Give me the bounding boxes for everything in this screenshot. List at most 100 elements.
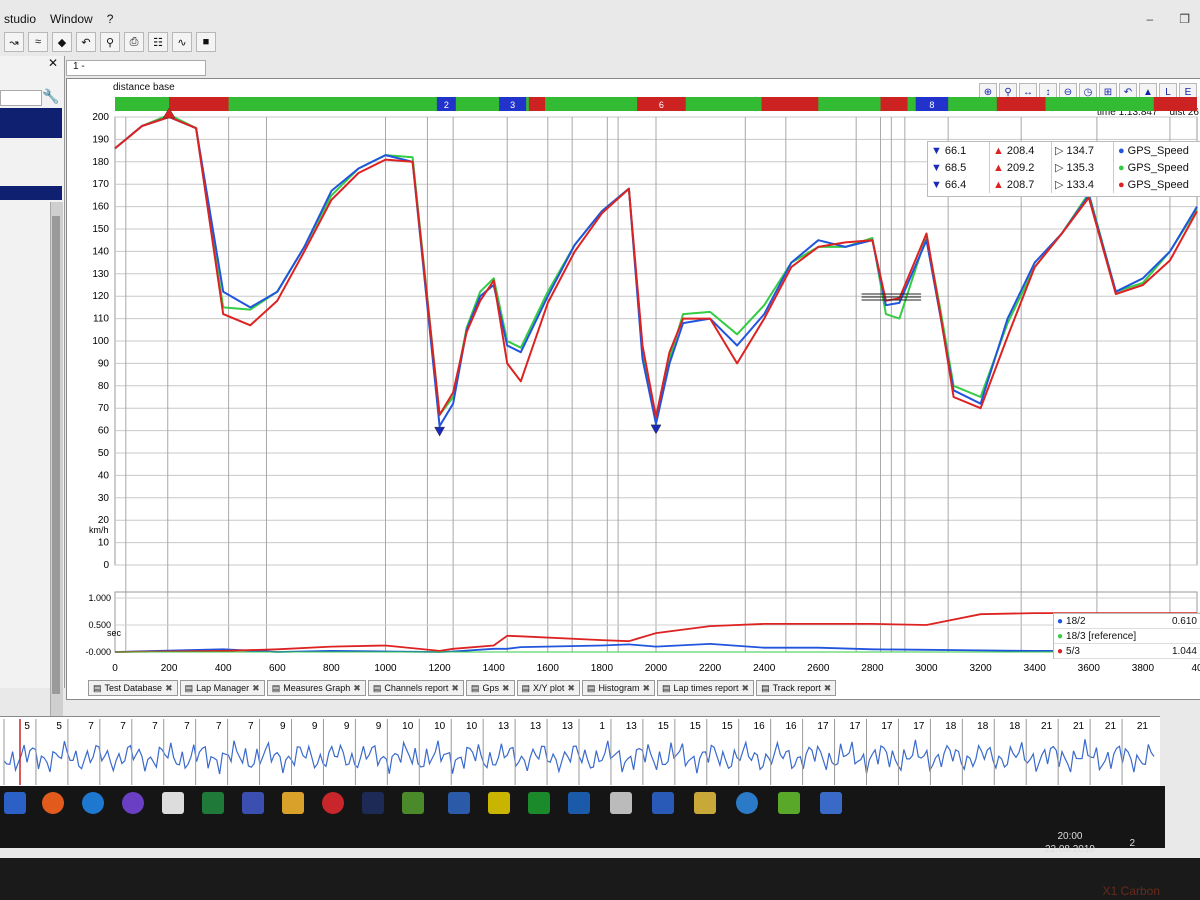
lap-value: 0.610 <box>1171 615 1197 627</box>
print-icon[interactable]: ⎙ <box>124 32 144 52</box>
graph-tool-icon[interactable]: ≈ <box>28 32 48 52</box>
y-tick-label: 190 <box>92 134 109 145</box>
bottom-tab[interactable]: ▤ Lap Manager ✖ <box>179 680 265 696</box>
edge-icon[interactable] <box>82 792 104 814</box>
menu-help[interactable]: ? <box>107 12 114 26</box>
media-icon[interactable] <box>122 792 144 814</box>
x-tick-label: 3800 <box>1132 663 1155 674</box>
bottom-tab[interactable]: ▤ Measures Graph ✖ <box>266 680 366 696</box>
lap-number: 1 <box>599 721 605 732</box>
arrow-app-icon[interactable] <box>778 792 800 814</box>
tab-close-icon[interactable]: ✖ <box>353 683 361 694</box>
stat-channel[interactable]: ● GPS_Speed <box>1114 145 1189 157</box>
document-tab[interactable]: 1 - <box>66 60 206 76</box>
left-pane-field[interactable] <box>0 90 42 106</box>
lap-strip-chart[interactable]: 5 5 7 7 7 7 7 7 9 9 9 9 10 10 10 13 13 13 1 13 15 15 15 16 16 17 1… <box>0 717 1160 787</box>
bottom-tab[interactable]: ▤ Track report ✖ <box>756 680 837 696</box>
folder-icon[interactable] <box>282 792 304 814</box>
map-app-icon[interactable] <box>820 792 842 814</box>
card-app-icon[interactable] <box>694 792 716 814</box>
stat-channel[interactable]: ● GPS_Speed <box>1114 162 1189 174</box>
system-clock[interactable]: 20:00 22.08.2019 <box>1045 830 1095 856</box>
stat-max-value: 208.4 <box>1006 144 1035 157</box>
segment-block <box>761 97 819 111</box>
wave-tool-icon[interactable]: ∿ <box>172 32 192 52</box>
minimize-icon[interactable]: – <box>1147 12 1154 26</box>
y-tick-label: 10 <box>98 538 110 549</box>
bottom-tab[interactable]: ▤ X/Y plot ✖ <box>516 680 580 696</box>
left-pane-row[interactable] <box>0 186 62 200</box>
save-app-icon[interactable] <box>242 792 264 814</box>
lap-number: 18 <box>1009 721 1021 732</box>
graph-title: distance base <box>113 82 175 93</box>
tab-close-icon[interactable]: ✖ <box>567 683 575 694</box>
main-toolbar: ↝ ≈ ◆ ↶ ⚲ ⎙ ☷ ∿ ■ <box>0 30 1200 54</box>
report-icon[interactable]: ☷ <box>148 32 168 52</box>
restore-icon[interactable]: ❐ <box>1179 12 1190 26</box>
green-app-icon[interactable] <box>528 792 550 814</box>
y-axis-ticks: 2001901801701601501401301201101009080706… <box>92 112 109 571</box>
left-pane-selected-row[interactable] <box>0 108 62 138</box>
stat-channel[interactable]: ● GPS_Speed <box>1114 179 1189 191</box>
photoshop-icon[interactable] <box>362 792 384 814</box>
stat-min: ▼ 66.4 <box>928 176 990 193</box>
notification-badge[interactable]: 2 <box>1129 838 1135 849</box>
g-app-icon[interactable] <box>322 792 344 814</box>
excel-icon[interactable] <box>202 792 224 814</box>
flag-app-icon[interactable] <box>162 792 184 814</box>
bottom-tab[interactable]: ▤ Test Database ✖ <box>88 680 178 696</box>
y-tick-label: 80 <box>98 381 110 392</box>
lap-number: 5 <box>24 721 30 732</box>
image-app-icon[interactable] <box>402 792 424 814</box>
segment-block <box>1153 97 1197 111</box>
lap-label: 5/3 <box>1066 645 1080 657</box>
bottom-tab[interactable]: ▤ Histogram ✖ <box>581 680 655 696</box>
bottom-tab[interactable]: ▤ Gps ✖ <box>465 680 515 696</box>
bottom-tab[interactable]: ▤ Channels report ✖ <box>367 680 464 696</box>
crown-app-icon[interactable] <box>448 792 470 814</box>
x-tick-label: 40 <box>1191 663 1200 674</box>
time-tick-label: 1.000 <box>88 593 111 603</box>
tab-label: Test Database <box>104 683 163 693</box>
x-tick-label: 2800 <box>861 663 884 674</box>
wrench-icon[interactable]: 🔧 <box>42 88 59 105</box>
panel-tool-icon[interactable]: ■ <box>196 32 216 52</box>
tab-icon: ▤ <box>271 682 281 693</box>
lap-legend-row[interactable]: ● 18/3 [reference] <box>1054 629 1200 644</box>
segment-label: 3 <box>510 100 515 110</box>
tab-close-icon[interactable]: ✖ <box>824 683 832 694</box>
tab-close-icon[interactable]: ✖ <box>502 683 510 694</box>
zoom-tool-icon[interactable]: ⚲ <box>100 32 120 52</box>
tab-close-icon[interactable]: ✖ <box>642 683 650 694</box>
diamond-tool-icon[interactable]: ◆ <box>52 32 72 52</box>
tab-close-icon[interactable]: ✖ <box>165 683 173 694</box>
stat-min-value: 66.4 <box>944 178 967 191</box>
track-tool-icon[interactable]: ↶ <box>76 32 96 52</box>
monitor-app-icon[interactable] <box>610 792 632 814</box>
x-tick-label: 3600 <box>1078 663 1101 674</box>
lap-legend-row[interactable]: ● 5/3 1.044 <box>1054 644 1200 659</box>
start-icon[interactable] <box>4 792 26 814</box>
menu-studio[interactable]: studio <box>4 12 36 26</box>
tab-close-icon[interactable]: ✖ <box>252 683 260 694</box>
y-tick-label: 150 <box>92 224 109 235</box>
firefox-icon[interactable] <box>42 792 64 814</box>
menu-window[interactable]: Window <box>50 12 93 26</box>
infinity-app-icon[interactable] <box>568 792 590 814</box>
refresh-app-icon[interactable] <box>736 792 758 814</box>
yellow-app-icon[interactable] <box>488 792 510 814</box>
left-pane-scroll-thumb[interactable] <box>52 216 60 694</box>
pointer-tool-icon[interactable]: ↝ <box>4 32 24 52</box>
x-tick-label: 2000 <box>645 663 668 674</box>
lap-legend-row[interactable]: ● 18/2 0.610 <box>1054 614 1200 629</box>
tab-close-icon[interactable]: ✖ <box>742 683 750 694</box>
close-icon[interactable]: ✕ <box>48 56 58 70</box>
word-icon[interactable] <box>652 792 674 814</box>
lap-label: 18/2 <box>1066 615 1086 627</box>
lap-number: 15 <box>722 721 734 732</box>
tab-icon: ▤ <box>662 682 671 693</box>
stat-max: ▲ 208.4 <box>990 142 1052 159</box>
bottom-tab[interactable]: ▤ Lap times report ✖ <box>657 680 755 696</box>
tab-icon: ▤ <box>470 682 480 693</box>
tab-close-icon[interactable]: ✖ <box>451 683 459 694</box>
